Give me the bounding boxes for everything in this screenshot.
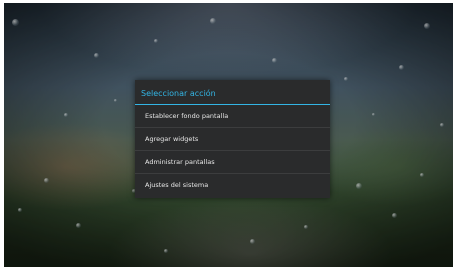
menu-item-set-wallpaper[interactable]: Establecer fondo pantalla [135,105,330,128]
home-screen: Seleccionar acción Establecer fondo pant… [4,3,453,267]
select-action-dialog: Seleccionar acción Establecer fondo pant… [135,80,330,198]
action-menu: Establecer fondo pantalla Agregar widget… [135,105,330,197]
menu-item-system-settings[interactable]: Ajustes del sistema [135,174,330,197]
menu-item-add-widgets[interactable]: Agregar widgets [135,128,330,151]
dialog-title: Seleccionar acción [135,80,330,105]
menu-item-manage-screens[interactable]: Administrar pantallas [135,151,330,174]
